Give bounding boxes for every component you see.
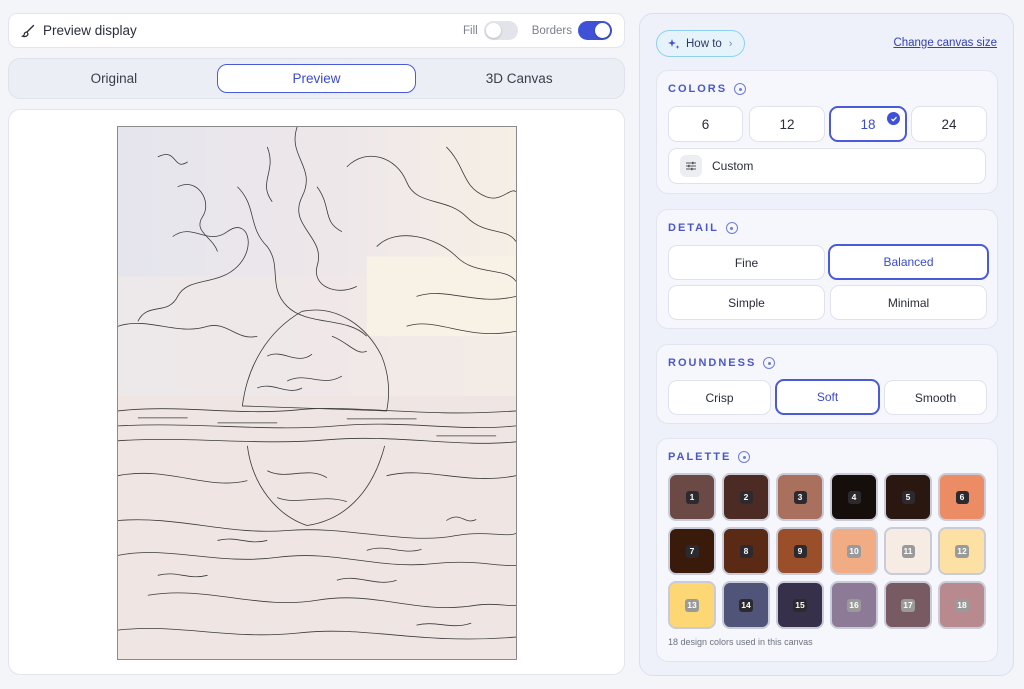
palette-swatch-number: 17 [901, 598, 915, 612]
palette-swatch-number: 7 [685, 544, 699, 558]
preview-display-title: Preview display [43, 23, 137, 38]
palette-swatch-15[interactable]: 15 [776, 581, 824, 629]
info-icon[interactable] [763, 357, 776, 369]
borders-label: Borders [531, 24, 572, 37]
sliders-icon [680, 155, 702, 177]
colors-option-6[interactable]: 6 [668, 106, 743, 142]
palette-swatch-4[interactable]: 4 [830, 473, 878, 521]
fill-toggle[interactable] [483, 21, 518, 40]
paintbrush-icon [21, 24, 35, 38]
palette-title: PALETTE [668, 451, 751, 463]
chevron-right-icon: › [728, 37, 733, 50]
palette-note: 18 design colors used in this canvas [668, 637, 813, 647]
palette-swatch-number: 11 [901, 544, 915, 558]
detail-section: DETAIL Fine Balanced Simple Minimal [656, 209, 998, 329]
view-tabs: Original Preview 3D Canvas [8, 58, 625, 99]
palette-swatch-number: 9 [793, 544, 807, 558]
settings-panel: How to › Change canvas size COLORS 6 12 … [639, 13, 1014, 676]
roundness-title: ROUNDNESS [668, 357, 776, 369]
palette-swatch-3[interactable]: 3 [776, 473, 824, 521]
info-icon[interactable] [725, 222, 738, 234]
palette-swatch-9[interactable]: 9 [776, 527, 824, 575]
paint-by-number-preview[interactable] [117, 126, 517, 660]
tab-original[interactable]: Original [15, 64, 213, 93]
palette-swatch-18[interactable]: 18 [938, 581, 986, 629]
detail-option-minimal[interactable]: Minimal [830, 285, 987, 320]
palette-swatch-number: 8 [739, 544, 753, 558]
palette-swatch-number: 2 [739, 490, 753, 504]
colors-title: COLORS [668, 83, 747, 95]
palette-title-text: PALETTE [668, 451, 732, 463]
palette-swatch-number: 15 [793, 598, 807, 612]
colors-option-18[interactable]: 18 [829, 106, 907, 142]
roundness-title-text: ROUNDNESS [668, 357, 757, 369]
palette-swatch-number: 13 [685, 598, 699, 612]
custom-colors-button[interactable]: Custom [668, 148, 986, 184]
checkmark-icon [887, 112, 900, 125]
palette-swatch-11[interactable]: 11 [884, 527, 932, 575]
colors-title-text: COLORS [668, 83, 728, 95]
colors-option-24[interactable]: 24 [911, 106, 987, 142]
roundness-option-soft[interactable]: Soft [775, 379, 880, 415]
canvas-card [8, 109, 625, 675]
fill-toggle-knob [485, 23, 501, 38]
detail-title: DETAIL [668, 222, 738, 234]
colors-option-18-label: 18 [860, 116, 876, 132]
palette-swatch-13[interactable]: 13 [668, 581, 716, 629]
tab-3d-canvas[interactable]: 3D Canvas [420, 64, 618, 93]
palette-swatch-7[interactable]: 7 [668, 527, 716, 575]
colors-option-12[interactable]: 12 [749, 106, 825, 142]
palette-swatch-6[interactable]: 6 [938, 473, 986, 521]
roundness-option-smooth[interactable]: Smooth [884, 380, 987, 415]
sparkle-icon [667, 37, 681, 51]
palette-section: PALETTE 1 2 3 4 5 6 7 8 9 10 11 12 13 14 15 16 17 18 18 d… [656, 438, 998, 662]
palette-swatch-2[interactable]: 2 [722, 473, 770, 521]
info-icon[interactable] [734, 83, 747, 95]
palette-swatch-number: 14 [739, 598, 753, 612]
how-to-button[interactable]: How to › [656, 30, 746, 57]
fill-label: Fill [463, 24, 478, 37]
palette-swatch-number: 6 [955, 490, 969, 504]
roundness-option-crisp[interactable]: Crisp [668, 380, 771, 415]
info-icon[interactable] [738, 451, 751, 463]
palette-swatch-number: 10 [847, 544, 861, 558]
palette-swatch-8[interactable]: 8 [722, 527, 770, 575]
detail-option-fine[interactable]: Fine [668, 245, 825, 280]
custom-label: Custom [712, 159, 754, 173]
palette-swatch-14[interactable]: 14 [722, 581, 770, 629]
detail-title-text: DETAIL [668, 222, 719, 234]
palette-swatch-17[interactable]: 17 [884, 581, 932, 629]
roundness-section: ROUNDNESS Crisp Soft Smooth [656, 344, 998, 424]
palette-swatch-5[interactable]: 5 [884, 473, 932, 521]
palette-swatch-12[interactable]: 12 [938, 527, 986, 575]
palette-swatch-number: 4 [847, 490, 861, 504]
palette-swatch-number: 1 [685, 490, 699, 504]
borders-toggle[interactable] [578, 21, 612, 40]
tab-preview[interactable]: Preview [216, 64, 417, 93]
borders-toggle-knob [595, 23, 610, 38]
colors-section: COLORS 6 12 18 24 Custom [656, 70, 998, 194]
preview-display-bar: Preview display Fill Borders [8, 13, 625, 48]
detail-option-balanced[interactable]: Balanced [828, 244, 989, 280]
how-to-label: How to [686, 37, 722, 50]
palette-swatch-number: 3 [793, 490, 807, 504]
palette-swatch-16[interactable]: 16 [830, 581, 878, 629]
palette-swatch-number: 16 [847, 598, 861, 612]
change-canvas-size-link[interactable]: Change canvas size [893, 37, 997, 49]
detail-option-simple[interactable]: Simple [668, 285, 825, 320]
palette-swatch-10[interactable]: 10 [830, 527, 878, 575]
palette-swatch-1[interactable]: 1 [668, 473, 716, 521]
palette-swatch-number: 12 [955, 544, 969, 558]
palette-swatch-number: 5 [901, 490, 915, 504]
palette-swatch-number: 18 [955, 598, 969, 612]
